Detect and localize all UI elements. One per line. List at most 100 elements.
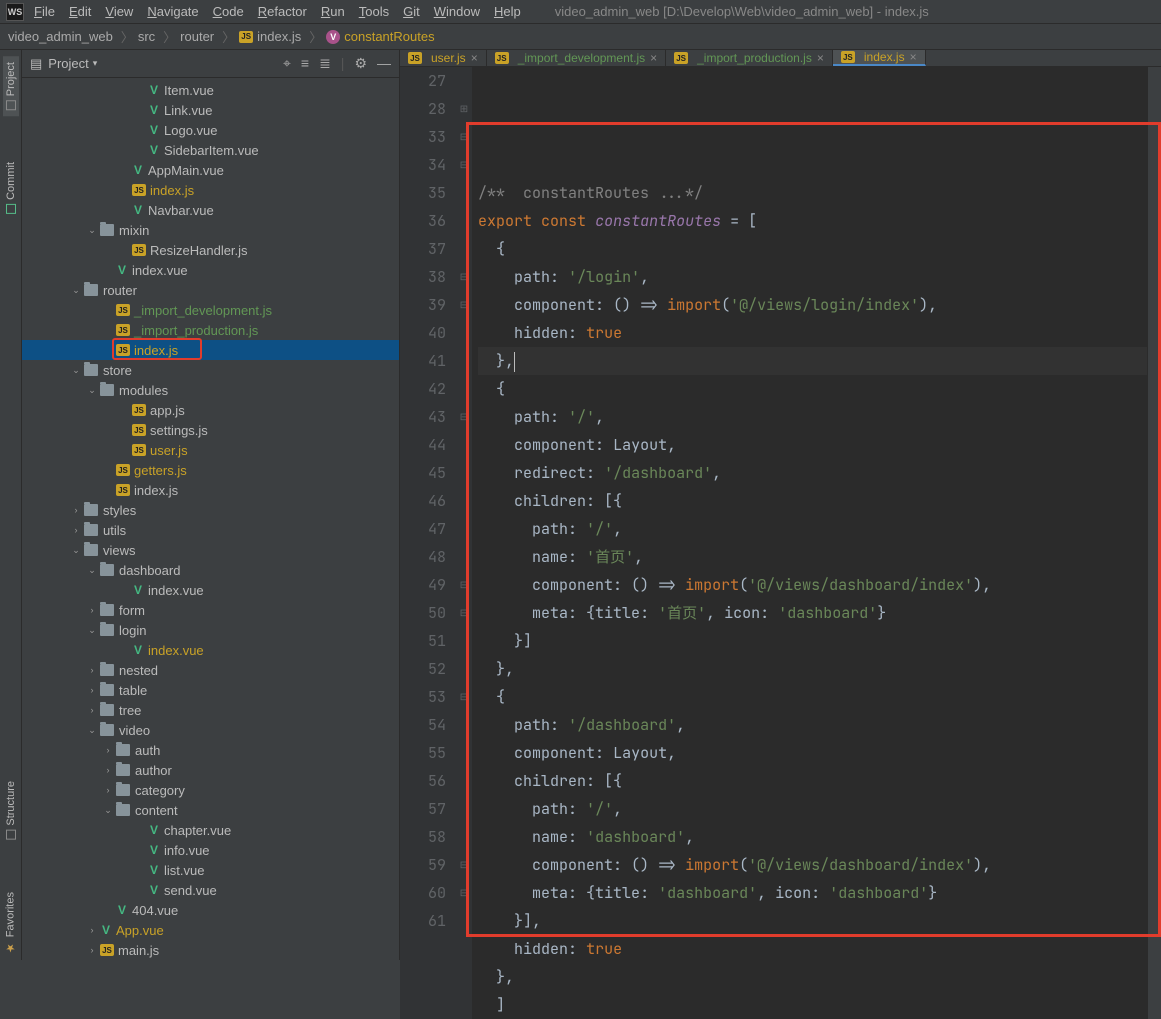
tree-item-store[interactable]: ⌄store <box>22 360 399 380</box>
code-line-27[interactable] <box>478 151 1147 179</box>
code-line-54[interactable]: path: '/', <box>478 795 1147 823</box>
breadcrumb-src[interactable]: src <box>138 29 155 44</box>
code-line-41[interactable]: component: Layout, <box>478 431 1147 459</box>
tree-item-tree[interactable]: ›tree <box>22 700 399 720</box>
breadcrumb-router[interactable]: router <box>180 29 214 44</box>
tree-item-404-vue[interactable]: V404.vue <box>22 900 399 920</box>
code-line-60[interactable]: }, <box>478 963 1147 991</box>
side-tab-structure[interactable]: Structure <box>3 775 19 846</box>
menu-help[interactable]: Help <box>494 4 521 19</box>
tree-item-styles[interactable]: ›styles <box>22 500 399 520</box>
tree-item-index-js[interactable]: JSindex.js <box>22 340 399 360</box>
code-line-37[interactable]: hidden: true <box>478 319 1147 347</box>
code-line-33[interactable]: export const constantRoutes = [ <box>478 207 1147 235</box>
code-editor[interactable]: 2728333435363738394041424344454647484950… <box>400 67 1161 1019</box>
tree-item-dashboard[interactable]: ⌄dashboard <box>22 560 399 580</box>
code-line-43[interactable]: children: [{ <box>478 487 1147 515</box>
menu-git[interactable]: Git <box>403 4 420 19</box>
code-line-40[interactable]: path: '/', <box>478 403 1147 431</box>
code-line-61[interactable]: ] <box>478 991 1147 1019</box>
hide-icon[interactable]: — <box>377 55 391 72</box>
code-line-34[interactable]: { <box>478 235 1147 263</box>
tree-item-video[interactable]: ⌄video <box>22 720 399 740</box>
tree-item-auth[interactable]: ›auth <box>22 740 399 760</box>
code-line-51[interactable]: path: '/dashboard', <box>478 711 1147 739</box>
code-content[interactable]: /** constantRoutes ...*/export const con… <box>472 67 1147 1019</box>
menu-window[interactable]: Window <box>434 4 480 19</box>
code-line-49[interactable]: }, <box>478 655 1147 683</box>
code-line-42[interactable]: redirect: '/dashboard', <box>478 459 1147 487</box>
code-line-59[interactable]: hidden: true <box>478 935 1147 963</box>
tree-item-settings-js[interactable]: JSsettings.js <box>22 420 399 440</box>
tree-item-_import_production-js[interactable]: JS_import_production.js <box>22 320 399 340</box>
side-tab-commit[interactable]: Commit <box>3 156 19 220</box>
tree-item-index-vue[interactable]: Vindex.vue <box>22 580 399 600</box>
tree-item-Logo-vue[interactable]: VLogo.vue <box>22 120 399 140</box>
menu-run[interactable]: Run <box>321 4 345 19</box>
tree-item-index-js[interactable]: JSindex.js <box>22 180 399 200</box>
editor-tab-user-js[interactable]: JSuser.js× <box>400 50 487 66</box>
tree-item-nested[interactable]: ›nested <box>22 660 399 680</box>
tree-item-category[interactable]: ›category <box>22 780 399 800</box>
code-line-47[interactable]: meta: {title: '首页', icon: 'dashboard'} <box>478 599 1147 627</box>
tree-item-Link-vue[interactable]: VLink.vue <box>22 100 399 120</box>
editor-tab-index-js[interactable]: JSindex.js× <box>833 50 926 66</box>
tree-item-views[interactable]: ⌄views <box>22 540 399 560</box>
settings-icon[interactable]: ⚙ <box>354 55 367 72</box>
tree-item-Navbar-vue[interactable]: VNavbar.vue <box>22 200 399 220</box>
vertical-scrollbar[interactable] <box>1147 67 1161 1019</box>
code-line-58[interactable]: }], <box>478 907 1147 935</box>
close-icon[interactable]: × <box>650 51 657 65</box>
tree-item-_import_development-js[interactable]: JS_import_development.js <box>22 300 399 320</box>
tree-item-form[interactable]: ›form <box>22 600 399 620</box>
tree-item-content[interactable]: ⌄content <box>22 800 399 820</box>
code-line-56[interactable]: component: () => import('@/views/dashboa… <box>478 851 1147 879</box>
menu-refactor[interactable]: Refactor <box>258 4 307 19</box>
tree-item-router[interactable]: ⌄router <box>22 280 399 300</box>
tree-item-index-vue[interactable]: Vindex.vue <box>22 260 399 280</box>
tree-item-list-vue[interactable]: Vlist.vue <box>22 860 399 880</box>
side-tab-favorites[interactable]: ★Favorites <box>2 886 19 960</box>
menu-edit[interactable]: Edit <box>69 4 91 19</box>
editor-tab-_import_production-js[interactable]: JS_import_production.js× <box>666 50 833 66</box>
tree-item-login[interactable]: ⌄login <box>22 620 399 640</box>
tree-item-user-js[interactable]: JSuser.js <box>22 440 399 460</box>
project-scope-button[interactable]: Project▾ <box>48 56 97 71</box>
menu-view[interactable]: View <box>105 4 133 19</box>
code-line-35[interactable]: path: '/login', <box>478 263 1147 291</box>
tree-item-modules[interactable]: ⌄modules <box>22 380 399 400</box>
locate-icon[interactable]: ⌖ <box>283 55 291 72</box>
collapse-all-icon[interactable]: ≣ <box>319 55 331 72</box>
tree-item-index-js[interactable]: JSindex.js <box>22 480 399 500</box>
code-line-57[interactable]: meta: {title: 'dashboard', icon: 'dashbo… <box>478 879 1147 907</box>
expand-all-icon[interactable]: ≡ <box>301 55 309 72</box>
tree-item-ResizeHandler-js[interactable]: JSResizeHandler.js <box>22 240 399 260</box>
code-line-48[interactable]: }] <box>478 627 1147 655</box>
code-line-28[interactable]: /** constantRoutes ...*/ <box>478 179 1147 207</box>
tree-item-chapter-vue[interactable]: Vchapter.vue <box>22 820 399 840</box>
breadcrumb-index-js[interactable]: JSindex.js <box>239 29 301 44</box>
code-line-39[interactable]: { <box>478 375 1147 403</box>
tree-item-main-js[interactable]: ›JSmain.js <box>22 940 399 960</box>
project-tree[interactable]: VItem.vueVLink.vueVLogo.vueVSidebarItem.… <box>22 78 399 960</box>
side-tab-project[interactable]: Project <box>3 56 19 116</box>
tree-item-AppMain-vue[interactable]: VAppMain.vue <box>22 160 399 180</box>
tree-item-App-vue[interactable]: ›VApp.vue <box>22 920 399 940</box>
menu-navigate[interactable]: Navigate <box>147 4 198 19</box>
tree-item-index-vue[interactable]: Vindex.vue <box>22 640 399 660</box>
breadcrumb-constantRoutes[interactable]: VconstantRoutes <box>326 29 434 44</box>
tree-item-table[interactable]: ›table <box>22 680 399 700</box>
code-line-53[interactable]: children: [{ <box>478 767 1147 795</box>
menu-code[interactable]: Code <box>213 4 244 19</box>
tree-item-utils[interactable]: ›utils <box>22 520 399 540</box>
tree-item-info-vue[interactable]: Vinfo.vue <box>22 840 399 860</box>
tree-item-SidebarItem-vue[interactable]: VSidebarItem.vue <box>22 140 399 160</box>
tree-item-app-js[interactable]: JSapp.js <box>22 400 399 420</box>
close-icon[interactable]: × <box>471 51 478 65</box>
fold-gutter[interactable]: ⊞⊟⊟⊟⊟⊟⊟⊟⊟⊟⊟ <box>456 67 472 1019</box>
code-line-46[interactable]: component: () => import('@/views/dashboa… <box>478 571 1147 599</box>
tree-item-send-vue[interactable]: Vsend.vue <box>22 880 399 900</box>
code-line-52[interactable]: component: Layout, <box>478 739 1147 767</box>
code-line-44[interactable]: path: '/', <box>478 515 1147 543</box>
close-icon[interactable]: × <box>910 50 917 64</box>
